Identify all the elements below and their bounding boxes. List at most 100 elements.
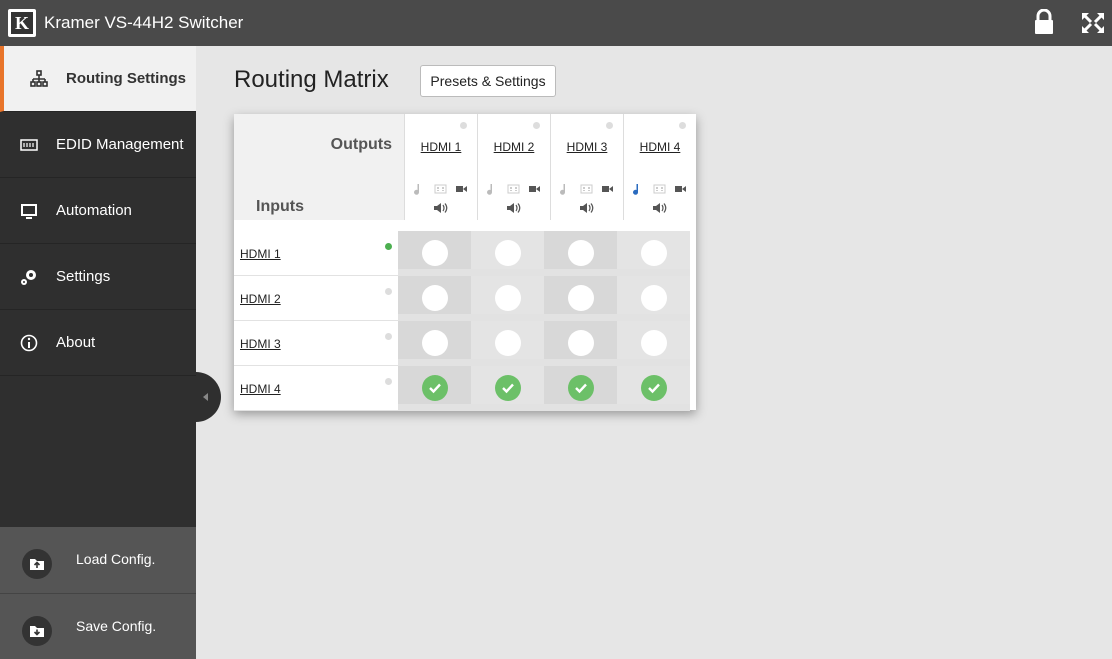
video-camera-icon [456,186,463,192]
outputs-label: Outputs [330,136,392,153]
output-name[interactable]: HDMI 4 [624,140,696,154]
input-signal-dot [385,333,392,340]
edid-chip-icon [20,139,38,151]
sidebar-item-routing-settings[interactable]: Routing Settings [0,46,196,112]
output-status-dot [606,122,613,129]
crosspoint-button[interactable] [495,285,521,311]
matrix-corner: Outputs Inputs [234,114,404,220]
logo-letter: K [11,12,33,34]
crosspoint-button[interactable] [422,330,448,356]
output-header: HDMI 3 [550,114,622,220]
input-name[interactable]: HDMI 1 [240,247,281,261]
crosspoint-cell [471,276,544,321]
cell-divider [544,359,617,366]
audio-note-icon [560,184,566,195]
sidebar-item-label: About [56,334,96,351]
crosspoint-button-active[interactable] [568,375,594,401]
crosspoint-cell [398,321,471,366]
crosspoint-button-active[interactable] [641,375,667,401]
crosspoint-button[interactable] [495,330,521,356]
crosspoint-button[interactable] [641,330,667,356]
gears-icon [21,270,36,285]
cell-divider [471,404,544,411]
input-name[interactable]: HDMI 2 [240,292,281,306]
input-row: HDMI 1 [234,231,404,276]
sidebar: Routing Settings EDID Management Automat… [0,46,196,659]
crosspoint-button[interactable] [422,285,448,311]
sidebar-item-label: Routing Settings [66,70,186,87]
info-icon [20,334,38,352]
crosspoint-button[interactable] [495,240,521,266]
crosspoint-button[interactable] [422,240,448,266]
input-name[interactable]: HDMI 4 [240,382,281,396]
network-tree-icon [30,70,48,87]
crosspoint-button-active[interactable] [422,375,448,401]
input-signal-dot [385,243,392,250]
output-status-dot [533,122,540,129]
media-type-icons[interactable] [486,182,546,196]
crosspoint-cell [398,231,471,276]
crosspoint-button[interactable] [568,330,594,356]
usb-data-icon [653,184,666,194]
media-type-icons[interactable] [413,182,473,196]
crosspoint-button[interactable] [568,240,594,266]
crosspoint-cell [398,276,471,321]
load-config-icon-circle [22,549,52,579]
output-name[interactable]: HDMI 3 [551,140,623,154]
sidebar-item-about[interactable]: About [0,310,196,376]
monitor-icon [21,204,37,219]
crosspoint-cell [617,366,690,411]
kramer-logo: K [8,9,36,37]
inputs-label: Inputs [256,198,304,215]
check-icon [575,383,587,394]
output-header: HDMI 2 [477,114,549,220]
usb-data-icon [580,184,593,194]
lock-icon[interactable] [1033,9,1055,35]
cell-divider [544,269,617,276]
routing-matrix: Outputs Inputs HDMI 1 HDMI 2 HDMI 3 HDMI 4 … [234,114,696,411]
audio-note-icon [487,184,493,195]
media-type-icons[interactable] [632,182,692,196]
load-config-label: Load Config. [76,551,156,567]
cell-divider [617,314,690,321]
cell-divider [617,404,690,411]
crosspoint-button-active[interactable] [495,375,521,401]
crosspoint-cell [617,276,690,321]
crosspoint-cell [544,321,617,366]
fullscreen-icon[interactable] [1081,12,1105,34]
media-type-icons[interactable] [559,182,619,196]
sidebar-item-label: Settings [56,268,111,285]
sidebar-item-label: Automation [56,202,132,219]
sidebar-collapse-handle[interactable] [196,372,224,422]
sidebar-item-automation[interactable]: Automation [0,178,196,244]
app-title: Kramer VS-44H2 Switcher [44,13,244,32]
usb-data-icon [507,184,520,194]
volume-icon[interactable] [652,202,668,214]
volume-icon[interactable] [579,202,595,214]
crosspoint-cell [544,231,617,276]
save-config-button[interactable]: Save Config. [0,593,196,659]
volume-icon[interactable] [506,202,522,214]
sidebar-item-edid-management[interactable]: EDID Management [0,112,196,178]
input-name[interactable]: HDMI 3 [240,337,281,351]
crosspoint-button[interactable] [641,240,667,266]
output-name[interactable]: HDMI 1 [405,140,477,154]
output-name[interactable]: HDMI 2 [478,140,550,154]
input-signal-dot [385,378,392,385]
output-header: HDMI 4 [623,114,695,220]
crosspoint-cell [617,321,690,366]
check-icon [502,383,514,394]
sidebar-item-settings[interactable]: Settings [0,244,196,310]
presets-settings-button[interactable]: Presets & Settings [420,65,556,97]
crosspoint-button[interactable] [568,285,594,311]
cell-divider [471,269,544,276]
sidebar-item-label: EDID Management [56,136,184,153]
output-header: HDMI 1 [404,114,476,220]
load-config-button[interactable]: Load Config. [0,527,196,593]
audio-note-icon [414,184,420,195]
volume-icon[interactable] [433,202,449,214]
save-config-icon-circle [22,616,52,646]
cell-divider [398,269,471,276]
input-row: HDMI 3 [234,321,404,366]
crosspoint-button[interactable] [641,285,667,311]
